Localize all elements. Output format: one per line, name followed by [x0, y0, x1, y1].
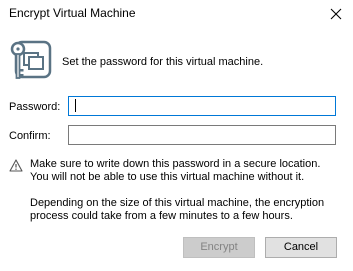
warning-triangle-icon — [9, 159, 23, 172]
dialog-title: Encrypt Virtual Machine — [9, 6, 136, 20]
header-row: Set the password for this virtual machin… — [0, 36, 353, 84]
confirm-field[interactable] — [68, 125, 336, 145]
cancel-button[interactable]: Cancel — [265, 237, 337, 258]
encrypt-vm-dialog: Encrypt Virtual Machine Set the password… — [0, 0, 353, 271]
close-icon — [330, 8, 342, 20]
confirm-label: Confirm: — [9, 130, 51, 142]
header-text: Set the password for this virtual machin… — [62, 56, 264, 68]
password-field[interactable] — [68, 96, 336, 116]
encrypt-button[interactable]: Encrypt — [183, 237, 255, 258]
title-bar: Encrypt Virtual Machine — [0, 0, 353, 28]
close-button[interactable] — [325, 3, 347, 25]
warning-message: Make sure to write down this password in… — [30, 158, 321, 183]
text-caret — [75, 99, 76, 112]
vm-lock-icon — [7, 39, 53, 83]
password-label: Password: — [9, 101, 61, 113]
info-message: Depending on the size of this virtual ma… — [30, 197, 325, 222]
